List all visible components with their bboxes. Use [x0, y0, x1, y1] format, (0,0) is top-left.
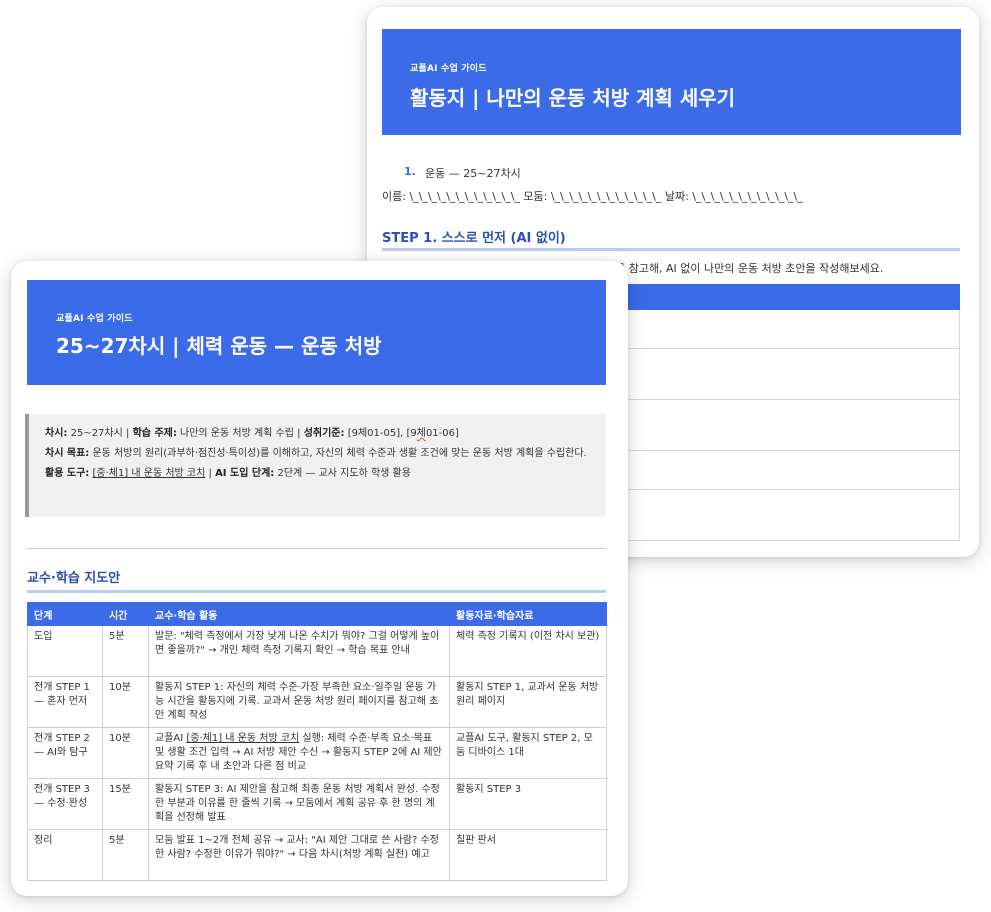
- banner-title: 25~27차시 | 체력 운동 — 운동 처방: [56, 334, 382, 358]
- cell-activity: 교플AI [중·체1] 내 운동 처방 코치 실행: 체력 수준·부족 요소·목…: [148, 727, 450, 779]
- cell-activity: 모둠 발표 1~2개 전체 공유 → 교사: "AI 제안 그대로 쓴 사람? …: [148, 829, 450, 881]
- lesson-plan-table: 단계 시간 교수·학습 활동 활동자료·학습자료 도입 5분 발문: "체력 측…: [27, 602, 607, 881]
- header-activity: 교수·학습 활동: [148, 602, 450, 626]
- lesson-plan-banner: 교플AI 수업 가이드 25~27차시 | 체력 운동 — 운동 처방: [27, 280, 606, 385]
- cell-activity: 발문: "체력 측정에서 가장 낮게 나온 수치가 뭐야? 그걸 어떻게 높이면…: [148, 625, 450, 677]
- step1-heading: STEP 1. 스스로 먼저 (AI 없이): [382, 231, 566, 246]
- step1-rule: [382, 248, 960, 251]
- cell-time: 5분: [102, 625, 149, 677]
- cell-stage: 도입: [27, 625, 103, 677]
- table-row: 도입 5분 발문: "체력 측정에서 가장 낮게 나온 수치가 뭐야? 그걸 어…: [27, 625, 607, 677]
- info-line-3: 활용 도구: [중·체1] 내 운동 처방 코치 | AI 도입 단계: 2단계…: [45, 468, 411, 479]
- step1-description-text: 를 참고해, AI 없이 나만의 운동 처방 초안을 작성해보세요.: [615, 262, 884, 275]
- cell-time: 10분: [102, 727, 149, 779]
- banner-subtitle: 교플AI 수업 가이드: [56, 314, 133, 324]
- activity-sheet-banner: 교플AI 수업 가이드 활동지 | 나만의 운동 처방 계획 세우기: [382, 29, 961, 135]
- label-standards: 성취기준:: [303, 428, 345, 439]
- value-ai-stage: 2단계 — 교사 지도하 학생 활용: [277, 468, 411, 479]
- label-session: 차시:: [45, 428, 68, 439]
- lesson-info-box: 차시: 25~27차시 | 학습 주제: 나만의 운동 처방 계획 수립 | 성…: [25, 414, 606, 517]
- table-row: 전개 STEP 1 — 혼자 먼저 10분 활동지 STEP 1: 자신의 체력…: [27, 676, 607, 728]
- name-group-date-line: 이름: \_\_\_\_\_\_\_\_\_\_\_\_ 모둠: \_\_\_\…: [382, 190, 803, 203]
- cell-material: 칠판 판서: [449, 829, 607, 881]
- label-topic: 학습 주제:: [132, 428, 177, 439]
- cell-stage: 전개 STEP 3 — 수정·완성: [27, 778, 103, 830]
- tool-link[interactable]: [중·체1] 내 운동 처방 코치: [92, 468, 205, 479]
- value-session: 25~27차시 |: [70, 428, 130, 439]
- label-tool: 활용 도구:: [45, 468, 90, 479]
- cell-material: 활동지 STEP 1, 교과서 운동 처방 원리 페이지: [449, 676, 607, 728]
- cell-activity: 활동지 STEP 1: 자신의 체력 수준·가장 부족한 요소·일주일 운동 가…: [148, 676, 450, 728]
- cell-stage: 정리: [27, 829, 103, 881]
- label-ai-stage: AI 도입 단계:: [215, 468, 275, 479]
- info-line-2: 차시 목표: 운동 처방의 원리(과부하·점진성·특이성)를 이해하고, 자신의…: [45, 446, 592, 462]
- lesson-plan-card: 교플AI 수업 가이드 25~27차시 | 체력 운동 — 운동 처방 차시: …: [11, 261, 628, 896]
- value-topic: 나만의 운동 처방 계획 수립 |: [180, 428, 301, 439]
- cell-time: 15분: [102, 778, 149, 830]
- table-row: 전개 STEP 2 — AI와 탐구 10분 교플AI [중·체1] 내 운동 …: [27, 727, 607, 779]
- cell-material: 체력 측정 기록지 (이전 차시 보관): [449, 625, 607, 677]
- cell-stage: 전개 STEP 2 — AI와 탐구: [27, 727, 103, 779]
- cell-time: 10분: [102, 676, 149, 728]
- cell-activity: 활동지 STEP 3: AI 제안을 참고해 최종 운동 처방 계획서 완성. …: [148, 778, 450, 830]
- cell-material: 교플AI 도구, 활동지 STEP 2, 모둠 디바이스 1대: [449, 727, 607, 779]
- header-material: 활동자료·학습자료: [449, 602, 607, 626]
- cell-stage: 전개 STEP 1 — 혼자 먼저: [27, 676, 103, 728]
- table-header-row: 단계 시간 교수·학습 활동 활동자료·학습자료: [27, 602, 607, 626]
- section-rule: [27, 590, 606, 593]
- cell-time: 5분: [102, 829, 149, 881]
- header-time: 시간: [102, 602, 149, 626]
- tool-link[interactable]: [중·체1] 내 운동 처방 코치: [186, 733, 299, 744]
- info-line-1: 차시: 25~27차시 | 학습 주제: 나만의 운동 처방 계획 수립 | 성…: [45, 426, 592, 442]
- value-standards: [9체01-05], [9체01-06]: [347, 428, 459, 439]
- section-title: 교수·학습 지도안: [27, 571, 121, 586]
- table-row: 전개 STEP 3 — 수정·완성 15분 활동지 STEP 3: AI 제안을…: [27, 778, 607, 830]
- label-goal: 차시 목표:: [45, 448, 90, 459]
- banner-title: 활동지 | 나만의 운동 처방 계획 세우기: [410, 86, 736, 110]
- list-item-text: 운동 — 25~27차시: [425, 167, 521, 180]
- value-goal: 운동 처방의 원리(과부하·점진성·특이성)를 이해하고, 자신의 체력 수준과…: [92, 448, 587, 459]
- list-number: 1.: [404, 165, 416, 178]
- table-row: 정리 5분 모둠 발표 1~2개 전체 공유 → 교사: "AI 제안 그대로 …: [27, 829, 607, 881]
- section-divider: [27, 548, 606, 549]
- header-stage: 단계: [27, 602, 103, 626]
- banner-subtitle: 교플AI 수업 가이드: [410, 64, 487, 74]
- cell-material: 활동지 STEP 3: [449, 778, 607, 830]
